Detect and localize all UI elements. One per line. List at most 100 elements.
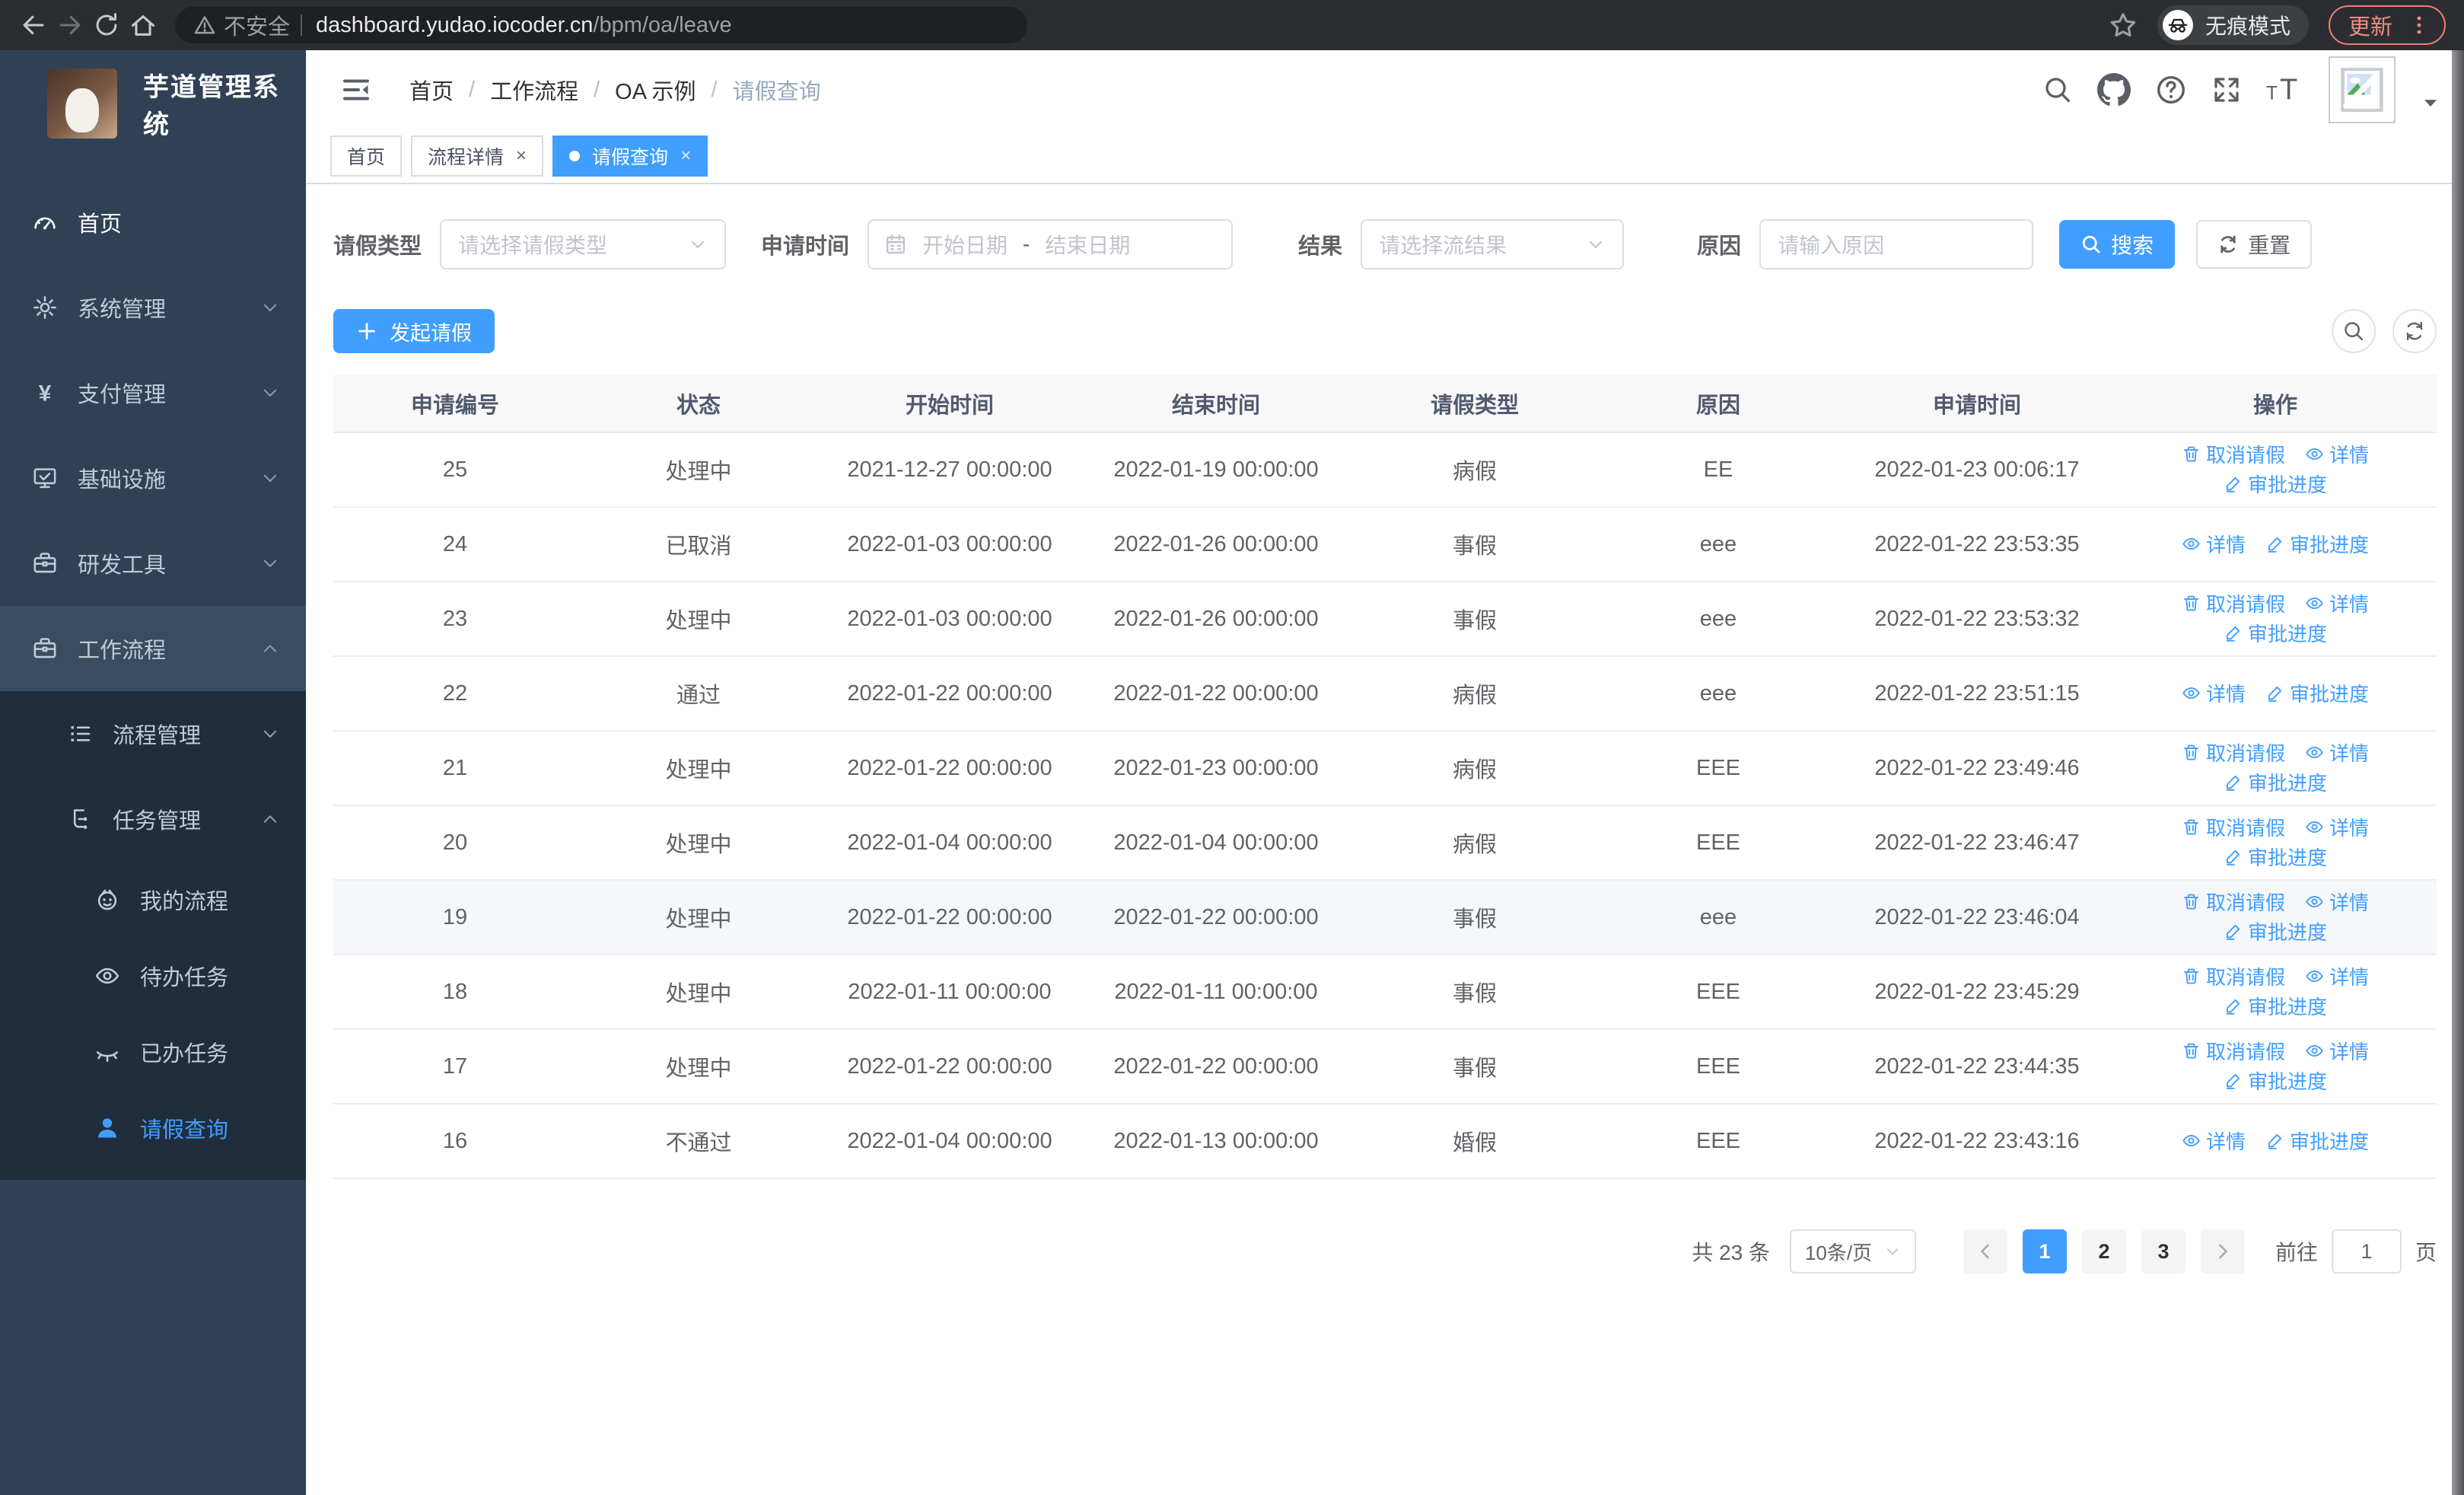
edit-icon <box>2265 1131 2284 1150</box>
collapse-sidebar-icon[interactable] <box>329 75 384 105</box>
page-button-1[interactable]: 1 <box>2022 1229 2067 1273</box>
prev-page-button[interactable] <box>1963 1229 2007 1273</box>
progress-link[interactable]: 审批进度 <box>2265 1127 2369 1155</box>
apply-time-label: 申请时间 <box>761 234 850 259</box>
sidebar-item-my-process[interactable]: 我的流程 <box>0 862 306 938</box>
github-icon[interactable] <box>2097 73 2131 107</box>
reset-button-label: 重置 <box>2248 234 2291 257</box>
cell-actions: 详情 审批进度 <box>2114 1104 2437 1179</box>
sidebar-logo[interactable]: 芋道管理系统 <box>0 50 306 157</box>
progress-link[interactable]: 审批进度 <box>2224 1066 2327 1095</box>
close-tab-icon[interactable]: × <box>680 145 691 167</box>
close-tab-icon[interactable]: × <box>516 145 527 167</box>
progress-link[interactable]: 审批进度 <box>2224 992 2327 1020</box>
detail-link[interactable]: 详情 <box>2305 440 2369 468</box>
bookmark-star-icon[interactable] <box>2109 11 2138 40</box>
cancel-link[interactable]: 取消请假 <box>2182 440 2285 468</box>
divider <box>301 14 303 36</box>
sidebar-item-infrastructure[interactable]: 基础设施 <box>0 435 306 521</box>
detail-link[interactable]: 详情 <box>2305 738 2369 767</box>
next-page-button[interactable] <box>2200 1229 2245 1273</box>
goto-page-input[interactable] <box>2331 1229 2402 1273</box>
page-buttons: 123 <box>2007 1229 2185 1273</box>
cell-start: 2022-01-04 00:00:00 <box>820 1104 1079 1179</box>
create-leave-button[interactable]: 发起请假 <box>333 309 495 353</box>
cancel-link[interactable]: 取消请假 <box>2182 813 2285 841</box>
edit-icon <box>2224 922 2243 941</box>
tab-home[interactable]: 首页 <box>330 135 403 177</box>
sidebar-item-done-tasks[interactable]: 已办任务 <box>0 1014 306 1090</box>
start-date-placeholder: 开始日期 <box>922 234 1008 257</box>
action-label: 审批进度 <box>2247 623 2327 645</box>
plus-icon <box>356 320 377 342</box>
sidebar-item-dev-tools[interactable]: 研发工具 <box>0 521 306 606</box>
show-search-button[interactable] <box>2332 309 2376 353</box>
breadcrumb-item[interactable]: 工作流程 <box>490 74 578 106</box>
refresh-table-button[interactable] <box>2392 309 2437 353</box>
detail-link[interactable]: 详情 <box>2305 1037 2369 1065</box>
sidebar-item-workflow[interactable]: 工作流程 <box>0 606 306 691</box>
face-icon <box>94 887 120 913</box>
apply-time-range-picker[interactable]: 开始日期 - 结束日期 <box>867 219 1234 269</box>
cell-start: 2022-01-22 00:00:00 <box>820 731 1079 806</box>
back-icon[interactable] <box>15 7 52 43</box>
reason-input[interactable]: 请输入原因 <box>1759 219 2034 269</box>
sidebar-item-process-management[interactable]: 流程管理 <box>0 691 306 776</box>
progress-link[interactable]: 审批进度 <box>2224 619 2327 647</box>
cancel-link[interactable]: 取消请假 <box>2182 738 2285 767</box>
fullscreen-icon[interactable] <box>2211 75 2242 105</box>
cancel-link[interactable]: 取消请假 <box>2182 1037 2285 1065</box>
detail-link[interactable]: 详情 <box>2182 1127 2246 1155</box>
monitor-icon <box>32 465 58 491</box>
font-size-icon[interactable]: TT <box>2266 73 2300 107</box>
detail-link[interactable]: 详情 <box>2305 813 2369 841</box>
page-button-3[interactable]: 3 <box>2141 1229 2185 1273</box>
tab-process-detail[interactable]: 流程详情 × <box>411 135 544 177</box>
sidebar-item-task-management[interactable]: 任务管理 <box>0 776 306 862</box>
progress-link[interactable]: 审批进度 <box>2265 679 2369 707</box>
cancel-link[interactable]: 取消请假 <box>2182 888 2285 916</box>
sidebar-item-home[interactable]: 首页 <box>0 180 306 265</box>
sidebar-item-todo-tasks[interactable]: 待办任务 <box>0 938 306 1014</box>
sidebar-item-label: 基础设施 <box>78 468 167 492</box>
detail-link[interactable]: 详情 <box>2305 589 2369 617</box>
main-area: 首页 / 工作流程 / OA 示例 / 请假查询 TT 首页 流程详情 × 请假查询 × 请假类型 … <box>306 50 2464 1495</box>
update-button[interactable]: 更新 <box>2328 5 2446 45</box>
progress-link[interactable]: 审批进度 <box>2224 917 2327 945</box>
page-size-select[interactable]: 10条/页 <box>1789 1229 1916 1273</box>
home-icon[interactable] <box>125 7 161 43</box>
sidebar-item-system-management[interactable]: 系统管理 <box>0 265 306 350</box>
reload-icon[interactable] <box>88 7 125 43</box>
address-bar[interactable]: 不安全 dashboard.yudao.iocoder.cn/bpm/oa/le… <box>175 7 1027 43</box>
cancel-link[interactable]: 取消请假 <box>2182 589 2285 617</box>
reset-button[interactable]: 重置 <box>2196 220 2313 269</box>
progress-link[interactable]: 审批进度 <box>2224 843 2327 871</box>
search-button[interactable]: 搜索 <box>2059 220 2176 269</box>
tab-active-leave-query[interactable]: 请假查询 × <box>552 135 708 177</box>
progress-link[interactable]: 审批进度 <box>2265 530 2369 558</box>
result-select[interactable]: 请选择流结果 <box>1361 219 1625 269</box>
progress-link[interactable]: 审批进度 <box>2224 768 2327 796</box>
cell-start: 2022-01-03 00:00:00 <box>820 582 1079 657</box>
help-icon[interactable] <box>2155 74 2187 106</box>
sidebar-item-leave-query[interactable]: 请假查询 <box>0 1090 306 1166</box>
breadcrumb-item[interactable]: 首页 <box>409 74 454 106</box>
detail-link[interactable]: 详情 <box>2182 679 2246 707</box>
tag-view-tabs: 首页 流程详情 × 请假查询 × <box>306 129 2464 184</box>
leave-type-select[interactable]: 请选择请假类型 <box>440 219 727 269</box>
sidebar-item-label: 任务管理 <box>113 809 202 834</box>
progress-link[interactable]: 审批进度 <box>2224 470 2327 498</box>
sidebar-item-payment-management[interactable]: ¥ 支付管理 <box>0 350 306 435</box>
avatar-caret-icon[interactable] <box>2420 92 2441 113</box>
forward-icon[interactable] <box>52 7 88 43</box>
detail-link[interactable]: 详情 <box>2305 888 2369 916</box>
breadcrumb-item[interactable]: OA 示例 <box>615 74 696 106</box>
browser-menu-icon[interactable] <box>2408 14 2431 37</box>
cancel-link[interactable]: 取消请假 <box>2182 962 2285 990</box>
user-avatar[interactable] <box>2329 56 2396 123</box>
action-label: 取消请假 <box>2205 817 2285 840</box>
detail-link[interactable]: 详情 <box>2305 962 2369 990</box>
search-icon[interactable] <box>2042 75 2073 105</box>
page-button-2[interactable]: 2 <box>2081 1229 2126 1273</box>
detail-link[interactable]: 详情 <box>2182 530 2246 558</box>
